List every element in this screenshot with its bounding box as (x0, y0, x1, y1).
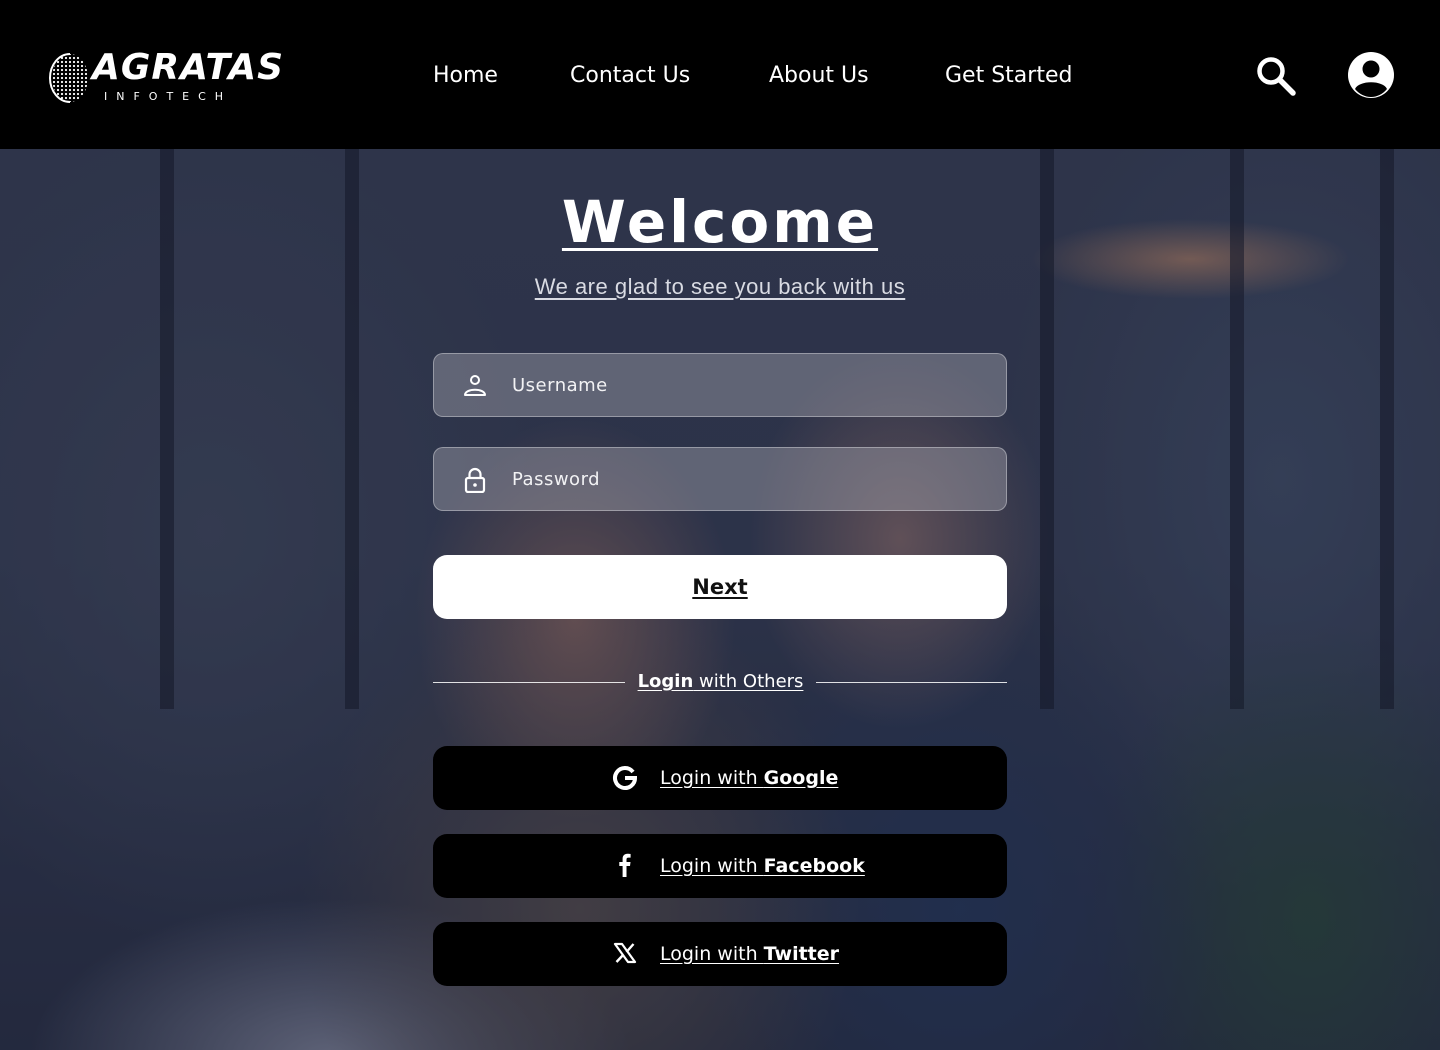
account-button[interactable] (1346, 50, 1396, 100)
search-icon (1257, 57, 1296, 96)
login-twitter-button[interactable]: Login with Twitter (433, 922, 1007, 986)
login-prefix-text: Login with (660, 855, 764, 877)
globe-logo-icon (49, 53, 88, 103)
username-input[interactable] (512, 354, 992, 416)
divider-line (433, 682, 625, 683)
provider-name: Facebook (763, 855, 865, 877)
next-button[interactable]: Next (433, 555, 1007, 619)
brand-logo[interactable]: AGRATAS INFOTECH (48, 48, 283, 106)
login-google-button[interactable]: Login with Google (433, 746, 1007, 810)
login-facebook-button[interactable]: Login with Facebook (433, 834, 1007, 898)
nav-contact-link[interactable]: Contact Us (570, 60, 690, 92)
google-icon (613, 766, 638, 790)
page-title: Welcome (561, 188, 879, 256)
login-twitter-label: Login with Twitter (660, 940, 839, 968)
nav-home-link[interactable]: Home (433, 60, 498, 92)
search-button[interactable] (1254, 54, 1298, 98)
password-input[interactable] (512, 448, 992, 510)
provider-name: Twitter (763, 943, 840, 965)
login-prefix-text: Login with (660, 767, 764, 789)
brand-tagline: INFOTECH (104, 90, 233, 103)
divider-bold-text: Login (637, 671, 694, 692)
page-subtitle: We are glad to see you back with us (534, 274, 906, 299)
top-navbar: AGRATAS INFOTECH Home Contact Us About U… (0, 0, 1440, 149)
provider-name: Google (763, 767, 839, 789)
username-field[interactable] (433, 353, 1007, 417)
lock-icon (464, 467, 486, 493)
facebook-icon (619, 853, 631, 877)
password-field[interactable] (433, 447, 1007, 511)
next-button-label: Next (692, 575, 748, 599)
account-icon (1348, 52, 1394, 98)
nav-about-link[interactable]: About Us (769, 60, 869, 92)
nav-get-started-link[interactable]: Get Started (945, 60, 1072, 92)
login-prefix-text: Login with (660, 943, 764, 965)
x-twitter-icon (613, 942, 637, 964)
login-with-others-label: Login with Others (625, 668, 816, 696)
login-google-label: Login with Google (660, 764, 838, 792)
divider-line (816, 682, 1007, 683)
divider-text: with Others (693, 671, 804, 692)
user-icon (464, 375, 486, 396)
brand-name: AGRATAS (92, 47, 285, 88)
login-facebook-label: Login with Facebook (660, 852, 865, 880)
